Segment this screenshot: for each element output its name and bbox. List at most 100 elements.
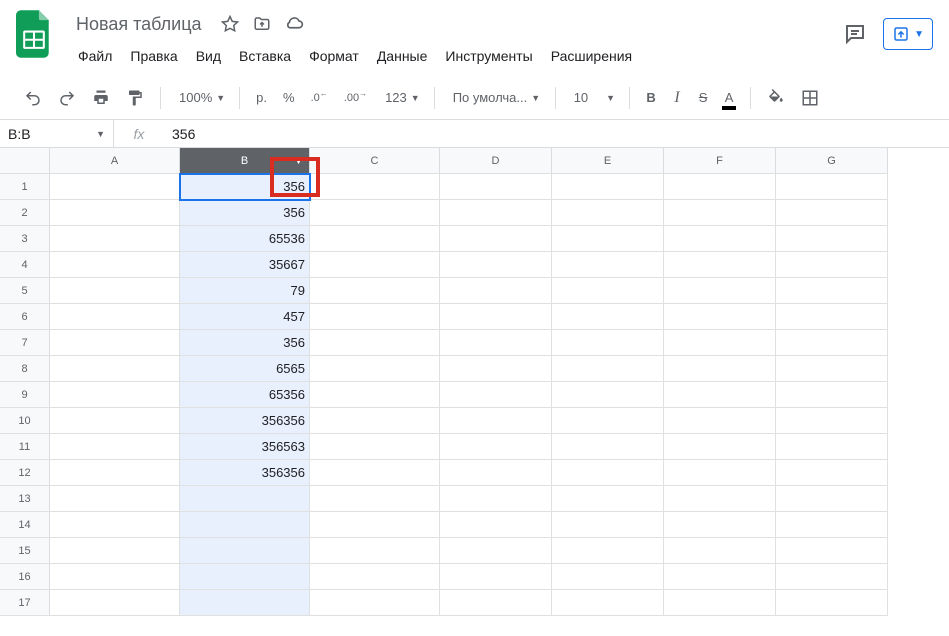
- cell-F8[interactable]: [664, 356, 776, 382]
- cell-B7[interactable]: 356: [180, 330, 310, 356]
- cell-E9[interactable]: [552, 382, 664, 408]
- doc-title[interactable]: Новая таблица: [70, 12, 208, 37]
- cell-C3[interactable]: [310, 226, 440, 252]
- cell-B5[interactable]: 79: [180, 278, 310, 304]
- cell-D12[interactable]: [440, 460, 552, 486]
- cell-G11[interactable]: [776, 434, 888, 460]
- column-header-B[interactable]: B▼: [180, 148, 310, 174]
- number-format-dropdown[interactable]: 123▼: [377, 86, 424, 109]
- cell-A10[interactable]: [50, 408, 180, 434]
- column-header-F[interactable]: F: [664, 148, 776, 174]
- cell-G3[interactable]: [776, 226, 888, 252]
- cell-A9[interactable]: [50, 382, 180, 408]
- cell-F7[interactable]: [664, 330, 776, 356]
- row-header-4[interactable]: 4: [0, 252, 50, 278]
- cell-G6[interactable]: [776, 304, 888, 330]
- zoom-dropdown[interactable]: 100%▼: [171, 86, 229, 109]
- menu-edit[interactable]: Правка: [122, 44, 185, 68]
- cell-A1[interactable]: [50, 174, 180, 200]
- cell-F12[interactable]: [664, 460, 776, 486]
- cell-C2[interactable]: [310, 200, 440, 226]
- cell-A7[interactable]: [50, 330, 180, 356]
- cell-F9[interactable]: [664, 382, 776, 408]
- cell-D5[interactable]: [440, 278, 552, 304]
- row-header-17[interactable]: 17: [0, 590, 50, 616]
- row-header-15[interactable]: 15: [0, 538, 50, 564]
- row-header-1[interactable]: 1: [0, 174, 50, 200]
- row-header-7[interactable]: 7: [0, 330, 50, 356]
- italic-button[interactable]: I: [666, 84, 688, 112]
- font-size-dropdown[interactable]: 10▼: [566, 86, 619, 109]
- cell-D14[interactable]: [440, 512, 552, 538]
- cell-D9[interactable]: [440, 382, 552, 408]
- cell-A2[interactable]: [50, 200, 180, 226]
- cell-B16[interactable]: [180, 564, 310, 590]
- cell-G8[interactable]: [776, 356, 888, 382]
- cell-C16[interactable]: [310, 564, 440, 590]
- row-header-3[interactable]: 3: [0, 226, 50, 252]
- cell-A3[interactable]: [50, 226, 180, 252]
- cell-E4[interactable]: [552, 252, 664, 278]
- text-color-button[interactable]: A: [718, 84, 740, 112]
- cell-G4[interactable]: [776, 252, 888, 278]
- cell-B8[interactable]: 6565: [180, 356, 310, 382]
- cell-G13[interactable]: [776, 486, 888, 512]
- cell-B4[interactable]: 35667: [180, 252, 310, 278]
- cell-C13[interactable]: [310, 486, 440, 512]
- row-header-6[interactable]: 6: [0, 304, 50, 330]
- cell-D4[interactable]: [440, 252, 552, 278]
- column-menu-chevron-icon[interactable]: ▼: [294, 148, 303, 174]
- cell-D15[interactable]: [440, 538, 552, 564]
- cell-D6[interactable]: [440, 304, 552, 330]
- cell-B10[interactable]: 356356: [180, 408, 310, 434]
- row-header-9[interactable]: 9: [0, 382, 50, 408]
- cell-A17[interactable]: [50, 590, 180, 616]
- select-all-corner[interactable]: [0, 148, 50, 174]
- cell-G2[interactable]: [776, 200, 888, 226]
- cell-G10[interactable]: [776, 408, 888, 434]
- cell-C10[interactable]: [310, 408, 440, 434]
- menu-extensions[interactable]: Расширения: [543, 44, 640, 68]
- cell-B14[interactable]: [180, 512, 310, 538]
- cell-F5[interactable]: [664, 278, 776, 304]
- cell-F14[interactable]: [664, 512, 776, 538]
- row-header-14[interactable]: 14: [0, 512, 50, 538]
- cell-B11[interactable]: 356563: [180, 434, 310, 460]
- cell-F10[interactable]: [664, 408, 776, 434]
- column-header-A[interactable]: A: [50, 148, 180, 174]
- cell-B1[interactable]: 356: [180, 174, 310, 200]
- cell-G5[interactable]: [776, 278, 888, 304]
- row-header-13[interactable]: 13: [0, 486, 50, 512]
- bold-button[interactable]: B: [640, 84, 662, 112]
- cell-C17[interactable]: [310, 590, 440, 616]
- cell-E5[interactable]: [552, 278, 664, 304]
- cell-G17[interactable]: [776, 590, 888, 616]
- increase-decimal-button[interactable]: .00→: [338, 84, 373, 112]
- cell-F4[interactable]: [664, 252, 776, 278]
- cell-F16[interactable]: [664, 564, 776, 590]
- cell-D11[interactable]: [440, 434, 552, 460]
- name-box[interactable]: B:B ▼: [0, 120, 114, 147]
- cell-F17[interactable]: [664, 590, 776, 616]
- cell-E7[interactable]: [552, 330, 664, 356]
- redo-button[interactable]: [52, 84, 82, 112]
- comments-icon[interactable]: [843, 22, 867, 46]
- cell-E6[interactable]: [552, 304, 664, 330]
- column-header-E[interactable]: E: [552, 148, 664, 174]
- cell-B3[interactable]: 65536: [180, 226, 310, 252]
- cell-G16[interactable]: [776, 564, 888, 590]
- row-header-5[interactable]: 5: [0, 278, 50, 304]
- cell-D2[interactable]: [440, 200, 552, 226]
- cell-G14[interactable]: [776, 512, 888, 538]
- cell-E2[interactable]: [552, 200, 664, 226]
- cell-C12[interactable]: [310, 460, 440, 486]
- menu-insert[interactable]: Вставка: [231, 44, 299, 68]
- cell-B17[interactable]: [180, 590, 310, 616]
- cell-A5[interactable]: [50, 278, 180, 304]
- cell-A16[interactable]: [50, 564, 180, 590]
- cell-C9[interactable]: [310, 382, 440, 408]
- cell-F13[interactable]: [664, 486, 776, 512]
- cell-E12[interactable]: [552, 460, 664, 486]
- cell-C1[interactable]: [310, 174, 440, 200]
- cell-A14[interactable]: [50, 512, 180, 538]
